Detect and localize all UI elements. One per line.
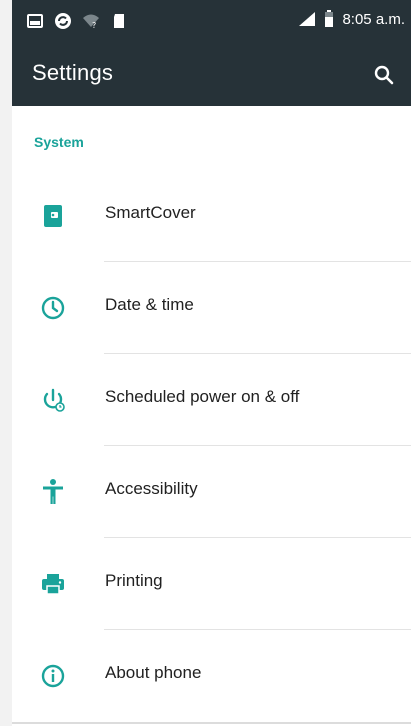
sd-card-icon: [114, 14, 124, 28]
svg-text:?: ?: [92, 21, 96, 30]
status-bar: ? 8:05 a.m.: [12, 0, 411, 44]
settings-item-scheduled-power[interactable]: Scheduled power on & off: [12, 354, 411, 446]
page-title: Settings: [32, 60, 114, 85]
signal-icon: [299, 12, 316, 26]
battery-icon: [325, 10, 334, 27]
settings-item-printing[interactable]: Printing: [12, 538, 411, 630]
status-time: 8:05 a.m.: [342, 10, 405, 28]
settings-item-date-time[interactable]: Date & time: [12, 262, 411, 354]
settings-item-about-phone[interactable]: About phone: [12, 630, 411, 722]
settings-item-label: Date & time: [105, 295, 194, 314]
status-icons-left: ?: [26, 12, 128, 30]
bottom-divider: [12, 722, 411, 724]
settings-item-label: Accessibility: [105, 479, 198, 498]
search-icon: [374, 65, 394, 85]
settings-item-accessibility[interactable]: Accessibility: [12, 446, 411, 538]
power-timer-icon: [43, 388, 65, 412]
screen: ? 8:05 a.m. Settings System SmartCover D…: [0, 0, 411, 726]
wifi-question-icon: ?: [83, 14, 99, 30]
search-button[interactable]: [367, 58, 401, 92]
settings-item-label: Scheduled power on & off: [105, 387, 300, 406]
sync-icon: [55, 13, 71, 29]
left-edge: [0, 0, 12, 726]
status-icons-right: 8:05 a.m.: [298, 10, 405, 28]
settings-item-smartcover[interactable]: SmartCover: [12, 170, 411, 262]
settings-item-label: SmartCover: [105, 203, 196, 222]
settings-item-label: Printing: [105, 571, 163, 590]
clock-icon: [41, 296, 65, 320]
settings-content: System SmartCover Date & time Scheduled …: [12, 106, 411, 726]
info-icon: [41, 664, 65, 688]
settings-list: SmartCover Date & time Scheduled power o…: [12, 170, 411, 722]
smartcover-icon: [44, 205, 62, 227]
section-header-system: System: [34, 134, 84, 150]
gallery-icon: [27, 14, 43, 28]
printer-icon: [42, 574, 64, 595]
settings-item-label: About phone: [105, 663, 202, 682]
app-bar: Settings: [12, 44, 411, 106]
accessibility-icon: [43, 479, 63, 504]
